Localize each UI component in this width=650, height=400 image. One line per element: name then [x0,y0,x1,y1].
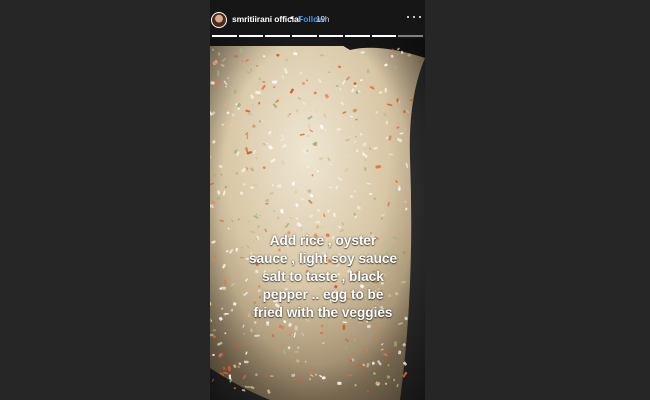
caption-line: sauce , light soy sauce [248,251,398,266]
caption-line: fried with the veggies [253,305,393,320]
story-photo [210,38,425,400]
profile-avatar[interactable] [211,12,227,28]
progress-segment [238,35,264,37]
progress-segment [291,35,317,37]
caption-line: Add rice , oyster [269,233,377,248]
separator-dot: • [290,13,294,23]
story-caption: Add rice , oyster sauce , light soy sauce… [228,232,418,322]
progress-segment [398,35,423,37]
timestamp: 19h [316,15,330,24]
story-progress-bar [212,35,423,37]
story-viewer[interactable]: smritiirani official • Follow 19h Add ri… [210,0,425,400]
more-dot [407,15,410,19]
progress-segment [265,35,290,37]
more-options-icon[interactable] [407,12,421,22]
caption-line: salt to taste , black [262,269,384,284]
progress-segment [212,35,237,37]
story-header: smritiirani official • Follow 19h [210,0,425,38]
caption-line: pepper .. egg to be [262,287,384,302]
progress-segment [371,35,397,37]
progress-segment [345,35,370,37]
more-dot [418,15,421,19]
more-dot [412,15,416,19]
progress-segment [318,35,344,37]
